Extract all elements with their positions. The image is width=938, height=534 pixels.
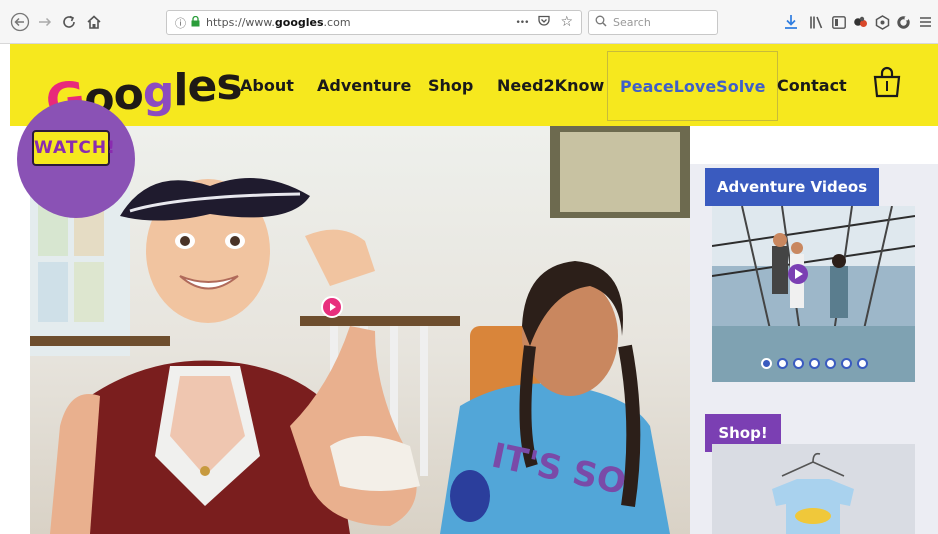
- url-suffix: .com: [323, 16, 351, 29]
- logo-letter: o: [113, 69, 144, 120]
- back-icon[interactable]: [10, 12, 30, 32]
- logo-letter: l: [173, 65, 188, 116]
- carousel-dot[interactable]: [857, 358, 868, 369]
- sidebar-toggle-icon[interactable]: [831, 12, 847, 32]
- reload-icon[interactable]: [60, 12, 78, 32]
- menu-icon[interactable]: [918, 12, 932, 32]
- search-icon: [595, 15, 607, 30]
- watch-badge-label: WATCH!: [32, 130, 115, 166]
- url-prefix: https://www.: [206, 16, 275, 29]
- url-domain: googles: [274, 16, 324, 29]
- page-actions-icon[interactable]: •••: [516, 14, 530, 32]
- nav-shop[interactable]: Shop: [428, 70, 473, 102]
- nav-peacelovesolve[interactable]: PeaceLoveSolve: [607, 51, 779, 121]
- lock-icon: [191, 15, 200, 30]
- extension-icon-3[interactable]: [895, 12, 911, 32]
- address-bar[interactable]: ⓘ https://www. googles .com ••• ☆: [166, 10, 582, 35]
- site-header: G o o g l e s About Adventure Shop Need2…: [10, 44, 938, 131]
- pocket-icon[interactable]: [537, 14, 551, 32]
- home-icon[interactable]: [84, 12, 104, 32]
- download-icon[interactable]: [783, 12, 799, 32]
- carousel-dot[interactable]: [809, 358, 820, 369]
- play-icon[interactable]: [321, 296, 343, 318]
- carousel-dots: [761, 358, 871, 370]
- search-placeholder: Search: [613, 16, 651, 29]
- carousel-dot[interactable]: [825, 358, 836, 369]
- hero-video[interactable]: IT'S SO: [30, 126, 690, 534]
- adventure-video-thumbnail[interactable]: [712, 206, 915, 382]
- extension-icon-2[interactable]: [874, 12, 890, 32]
- browser-toolbar: ⓘ https://www. googles .com ••• ☆ Search: [0, 0, 938, 44]
- library-icon[interactable]: [808, 12, 824, 32]
- forward-icon[interactable]: [36, 12, 54, 32]
- carousel-dot[interactable]: [761, 358, 772, 369]
- extension-icon-1[interactable]: [852, 12, 868, 32]
- carousel-dot[interactable]: [777, 358, 788, 369]
- site-info-icon[interactable]: ⓘ: [175, 15, 186, 31]
- nav-need2know[interactable]: Need2Know: [497, 70, 604, 102]
- adventure-videos-title[interactable]: Adventure Videos: [705, 168, 879, 206]
- shopping-bag-icon[interactable]: [872, 66, 902, 98]
- nav-about[interactable]: About: [240, 70, 294, 102]
- nav-contact[interactable]: Contact: [777, 70, 847, 102]
- logo-letter: g: [142, 67, 174, 118]
- bookmark-star-icon[interactable]: ☆: [560, 14, 573, 32]
- carousel-dot[interactable]: [793, 358, 804, 369]
- logo-letter: s: [216, 59, 242, 110]
- search-input[interactable]: Search: [588, 10, 718, 35]
- sidebar-top-strip: [690, 126, 938, 164]
- logo-letter: e: [187, 61, 217, 112]
- nav-adventure[interactable]: Adventure: [317, 70, 411, 102]
- carousel-dot[interactable]: [841, 358, 852, 369]
- shop-product-thumbnail[interactable]: [712, 444, 915, 534]
